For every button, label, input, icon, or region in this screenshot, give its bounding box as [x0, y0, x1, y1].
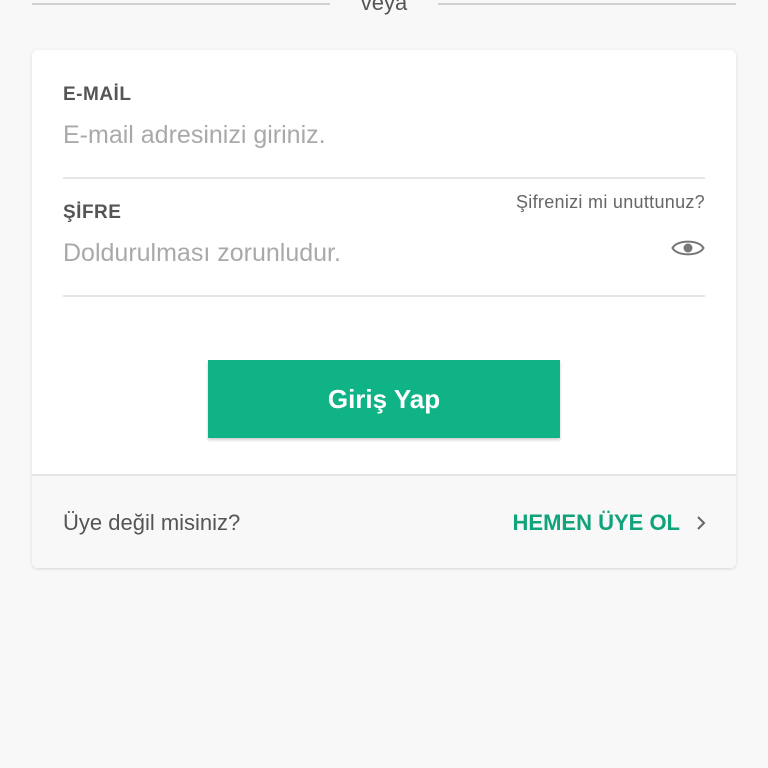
login-screen: veya E-MAİL ŞİFRE Şifrenizi mi unuttunuz…	[0, 0, 768, 768]
login-button[interactable]: Giriş Yap	[208, 360, 560, 438]
password-underline	[63, 295, 705, 297]
or-divider: veya	[32, 0, 736, 22]
email-label: E-MAİL	[63, 84, 132, 105]
eye-icon[interactable]	[671, 236, 705, 260]
email-field[interactable]	[63, 118, 623, 152]
login-card: E-MAİL ŞİFRE Şifrenizi mi unuttunuz? Gir…	[32, 50, 736, 568]
forgot-password-link[interactable]: Şifrenizi mi unuttunuz?	[516, 192, 705, 213]
signup-link-label: HEMEN ÜYE OL	[512, 510, 680, 535]
email-underline	[63, 177, 705, 179]
divider-line-right	[438, 3, 736, 5]
signup-link[interactable]: HEMEN ÜYE OL	[513, 510, 708, 536]
password-label: ŞİFRE	[63, 202, 122, 223]
divider-line-left	[32, 3, 330, 5]
signup-prompt: Üye değil misiniz?	[63, 510, 241, 535]
chevron-right-icon	[697, 516, 706, 530]
password-field[interactable]	[63, 236, 623, 270]
signup-footer: Üye değil misiniz? HEMEN ÜYE OL	[32, 474, 736, 568]
divider-label: veya	[360, 0, 408, 15]
